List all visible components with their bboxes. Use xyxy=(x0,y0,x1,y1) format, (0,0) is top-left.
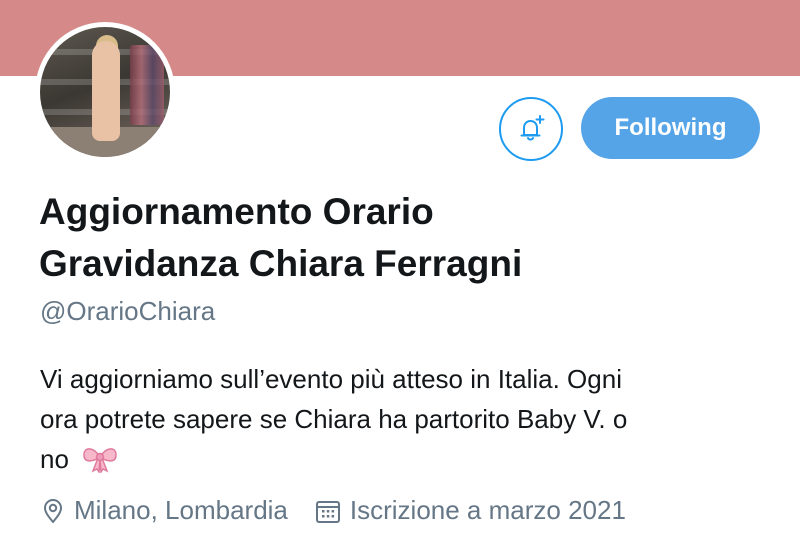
joined-item: Iscrizione a marzo 2021 xyxy=(314,495,626,526)
display-name-line1: Aggiornamento Orario xyxy=(39,191,434,232)
bell-plus-icon xyxy=(520,115,545,141)
display-name: Aggiornamento Orario Gravidanza Chiara F… xyxy=(39,186,739,290)
following-button[interactable]: Following xyxy=(581,97,760,159)
location-pin-icon xyxy=(44,498,62,523)
location-text: Milano, Lombardia xyxy=(74,495,288,525)
profile-meta: Milano, Lombardia Iscrizione a marzo 202… xyxy=(40,495,626,526)
notifications-button[interactable] xyxy=(499,97,563,161)
bio-line3: no xyxy=(40,444,69,474)
joined-text: Iscrizione a marzo 2021 xyxy=(349,495,626,525)
bow-icon xyxy=(83,448,117,474)
calendar-icon xyxy=(315,500,340,523)
bio-line1: Vi aggiorniamo sull’evento più atteso in… xyxy=(40,364,622,394)
avatar-photo xyxy=(40,27,170,157)
handle: @OrarioChiara xyxy=(40,296,216,326)
bio-line2: ora potrete sapere se Chiara ha partorit… xyxy=(40,404,628,434)
location-item: Milano, Lombardia xyxy=(40,495,288,526)
bio: Vi aggiorniamo sull’evento più atteso in… xyxy=(40,359,780,479)
display-name-line2: Gravidanza Chiara Ferragni xyxy=(39,243,523,284)
avatar[interactable] xyxy=(35,22,175,162)
